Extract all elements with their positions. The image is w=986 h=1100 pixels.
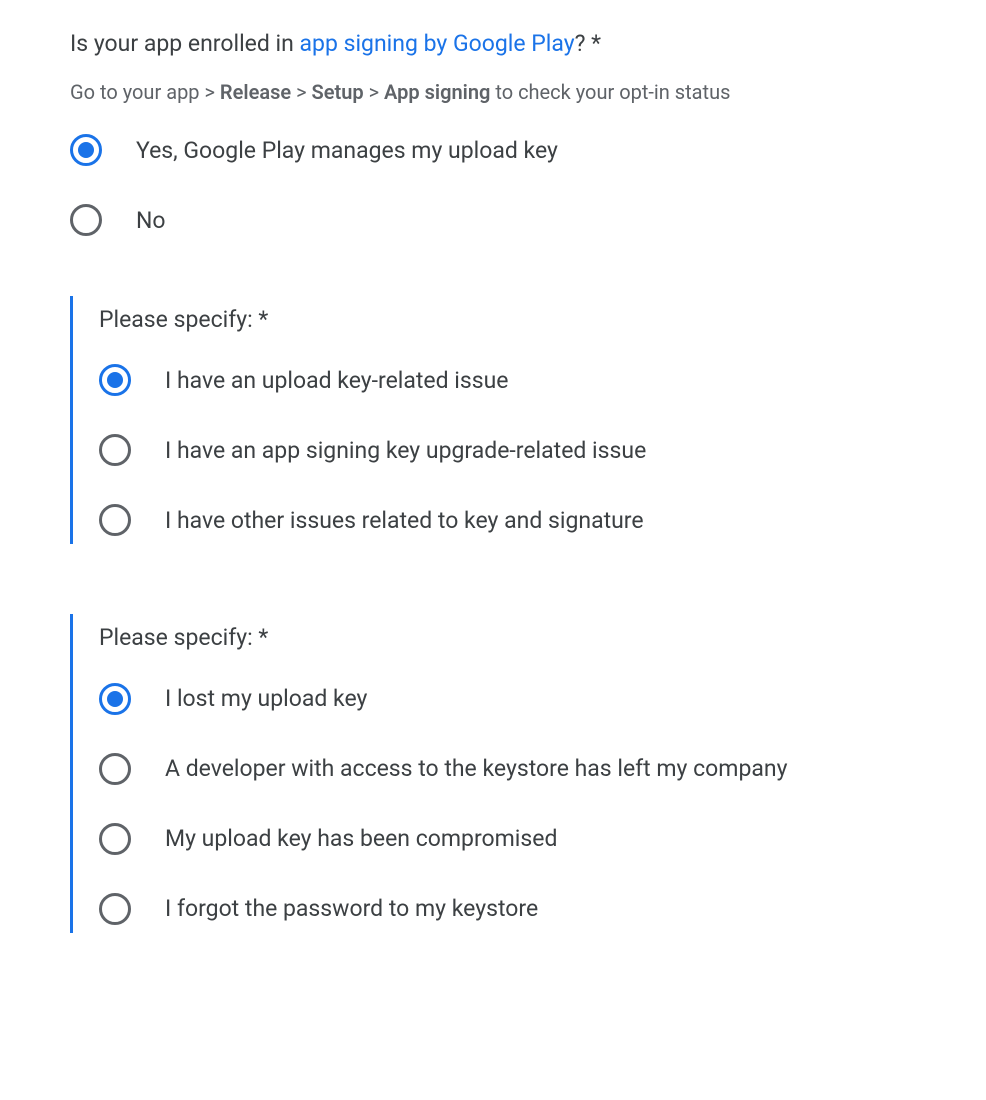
radio-option-yes[interactable]: Yes, Google Play manages my upload key: [70, 134, 916, 166]
radio-option-upload-key-issue[interactable]: I have an upload key-related issue: [99, 364, 916, 396]
question-title: Is your app enrolled in app signing by G…: [70, 28, 916, 60]
question-title: Please specify: *: [99, 304, 916, 336]
hint-release: Release: [220, 80, 291, 104]
radio-label: No: [136, 207, 166, 234]
radio-option-no[interactable]: No: [70, 204, 916, 236]
radio-circle-icon: [99, 753, 131, 785]
radio-circle-icon: [99, 364, 131, 396]
radio-circle-icon: [99, 683, 131, 715]
question-title: Please specify: *: [99, 622, 916, 654]
radio-option-lost-key[interactable]: I lost my upload key: [99, 683, 916, 715]
hint-app-signing: App signing: [384, 80, 490, 104]
radio-circle-icon: [70, 134, 102, 166]
radio-label: I lost my upload key: [165, 685, 367, 712]
hint-sep2: >: [364, 80, 384, 104]
radio-label: I have other issues related to key and s…: [165, 507, 644, 534]
question-specify-issue: Please specify: * I have an upload key-r…: [70, 296, 916, 544]
app-signing-link[interactable]: app signing by Google Play: [300, 30, 575, 57]
radio-group-issue: I have an upload key-related issue I hav…: [99, 364, 916, 536]
hint-sep1: >: [291, 80, 311, 104]
hint-suffix: to check your opt-in status: [490, 80, 730, 104]
radio-label: I forgot the password to my keystore: [165, 895, 538, 922]
radio-circle-icon: [70, 204, 102, 236]
radio-label: My upload key has been compromised: [165, 825, 557, 852]
radio-circle-icon: [99, 823, 131, 855]
question-enrollment: Is your app enrolled in app signing by G…: [70, 28, 916, 236]
hint-setup: Setup: [312, 80, 364, 104]
title-prefix: Is your app enrolled in: [70, 30, 300, 57]
radio-group-reason: I lost my upload key A developer with ac…: [99, 683, 916, 925]
radio-option-signing-key-upgrade-issue[interactable]: I have an app signing key upgrade-relate…: [99, 434, 916, 466]
breadcrumb-hint: Go to your app > Release > Setup > App s…: [70, 78, 916, 106]
radio-option-developer-left[interactable]: A developer with access to the keystore …: [99, 753, 916, 785]
radio-option-forgot-password[interactable]: I forgot the password to my keystore: [99, 893, 916, 925]
radio-option-key-compromised[interactable]: My upload key has been compromised: [99, 823, 916, 855]
radio-circle-icon: [99, 434, 131, 466]
question-specify-reason: Please specify: * I lost my upload key A…: [70, 614, 916, 932]
radio-label: Yes, Google Play manages my upload key: [136, 137, 558, 164]
radio-circle-icon: [99, 893, 131, 925]
radio-label: A developer with access to the keystore …: [165, 755, 787, 782]
radio-option-other-issues[interactable]: I have other issues related to key and s…: [99, 504, 916, 536]
radio-label: I have an upload key-related issue: [165, 367, 508, 394]
title-suffix: ? *: [575, 30, 601, 57]
radio-group-enrollment: Yes, Google Play manages my upload key N…: [70, 134, 916, 236]
hint-prefix: Go to your app >: [70, 80, 220, 104]
radio-label: I have an app signing key upgrade-relate…: [165, 437, 646, 464]
radio-circle-icon: [99, 504, 131, 536]
